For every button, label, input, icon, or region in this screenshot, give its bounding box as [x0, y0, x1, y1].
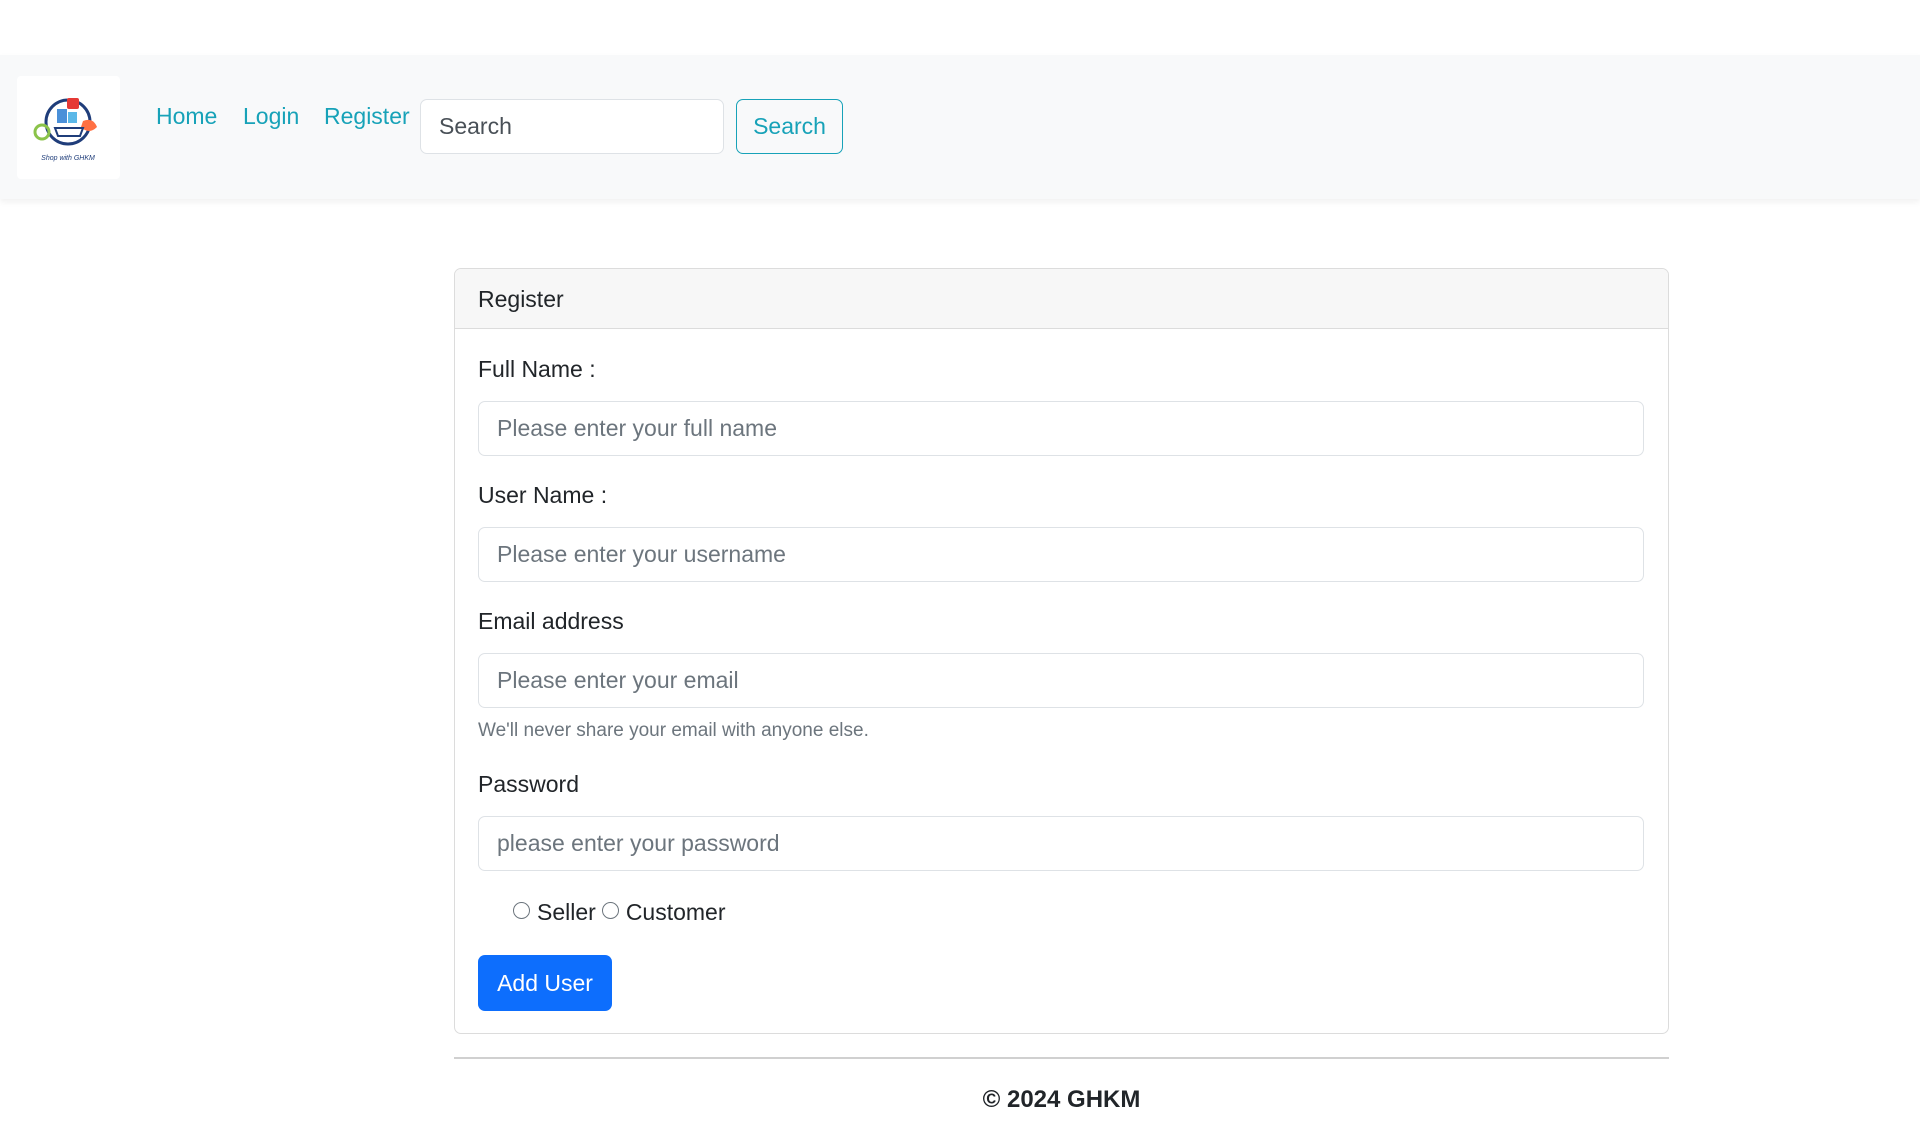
- username-field[interactable]: [478, 527, 1644, 582]
- password-label: Password: [478, 771, 579, 797]
- full-name-label: Full Name :: [478, 356, 596, 382]
- customer-radio[interactable]: [601, 902, 619, 919]
- email-field[interactable]: [478, 653, 1644, 708]
- seller-radio[interactable]: [513, 902, 530, 919]
- search-button[interactable]: Search: [736, 99, 843, 154]
- register-card: Register Full Name : User Name : Email a…: [454, 268, 1669, 1034]
- brand-logo[interactable]: Shop with GHKM: [17, 76, 120, 179]
- full-name-field[interactable]: [478, 401, 1644, 456]
- nav-link-login[interactable]: Login: [243, 103, 299, 130]
- username-label: User Name :: [478, 482, 608, 508]
- password-field[interactable]: [478, 816, 1644, 871]
- navbar: Shop with GHKM Home Login Register Searc…: [0, 55, 1920, 199]
- customer-radio-label[interactable]: Customer: [626, 899, 726, 926]
- shopping-logo-icon: Shop with GHKM: [33, 98, 97, 162]
- role-radio-group: Seller Customer: [513, 899, 732, 926]
- logo-text: Shop with GHKM: [41, 155, 95, 162]
- card-title: Register: [455, 269, 1668, 329]
- email-label: Email address: [478, 608, 624, 634]
- footer-divider: [454, 1057, 1669, 1059]
- add-user-button[interactable]: Add User: [478, 955, 612, 1011]
- seller-radio-label[interactable]: Seller: [537, 899, 596, 926]
- search-input[interactable]: [420, 99, 724, 154]
- nav-link-register[interactable]: Register: [324, 103, 410, 130]
- footer-copyright: © 2024 GHKM: [982, 1086, 1141, 1113]
- nav-link-home[interactable]: Home: [156, 103, 217, 130]
- email-help-text: We'll never share your email with anyone…: [478, 720, 869, 741]
